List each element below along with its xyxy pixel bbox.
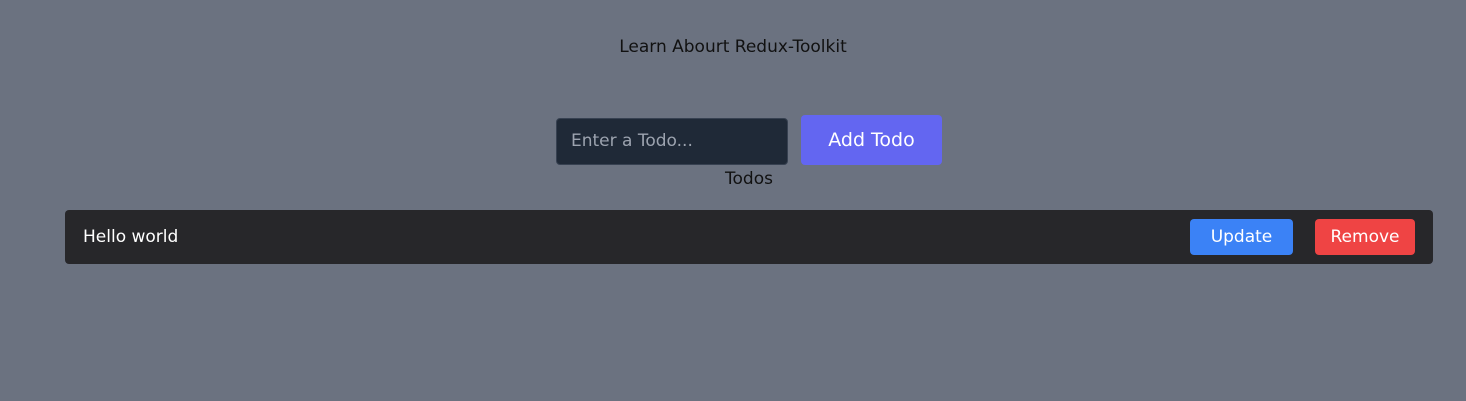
add-todo-form: Add Todo [556,115,942,165]
todo-text: Hello world [83,227,179,247]
todos-heading: Todos [725,169,773,189]
update-button[interactable]: Update [1190,219,1293,255]
todo-input[interactable] [556,117,788,165]
page-title: Learn Abourt Redux-Toolkit [619,37,847,57]
app-page: { "header": { "title": "Learn Abourt Red… [0,0,1466,401]
todo-list: Hello world Update Remove [65,210,1433,264]
remove-button[interactable]: Remove [1315,219,1415,255]
add-todo-button[interactable]: Add Todo [801,115,942,165]
todo-item: Hello world Update Remove [65,210,1433,264]
